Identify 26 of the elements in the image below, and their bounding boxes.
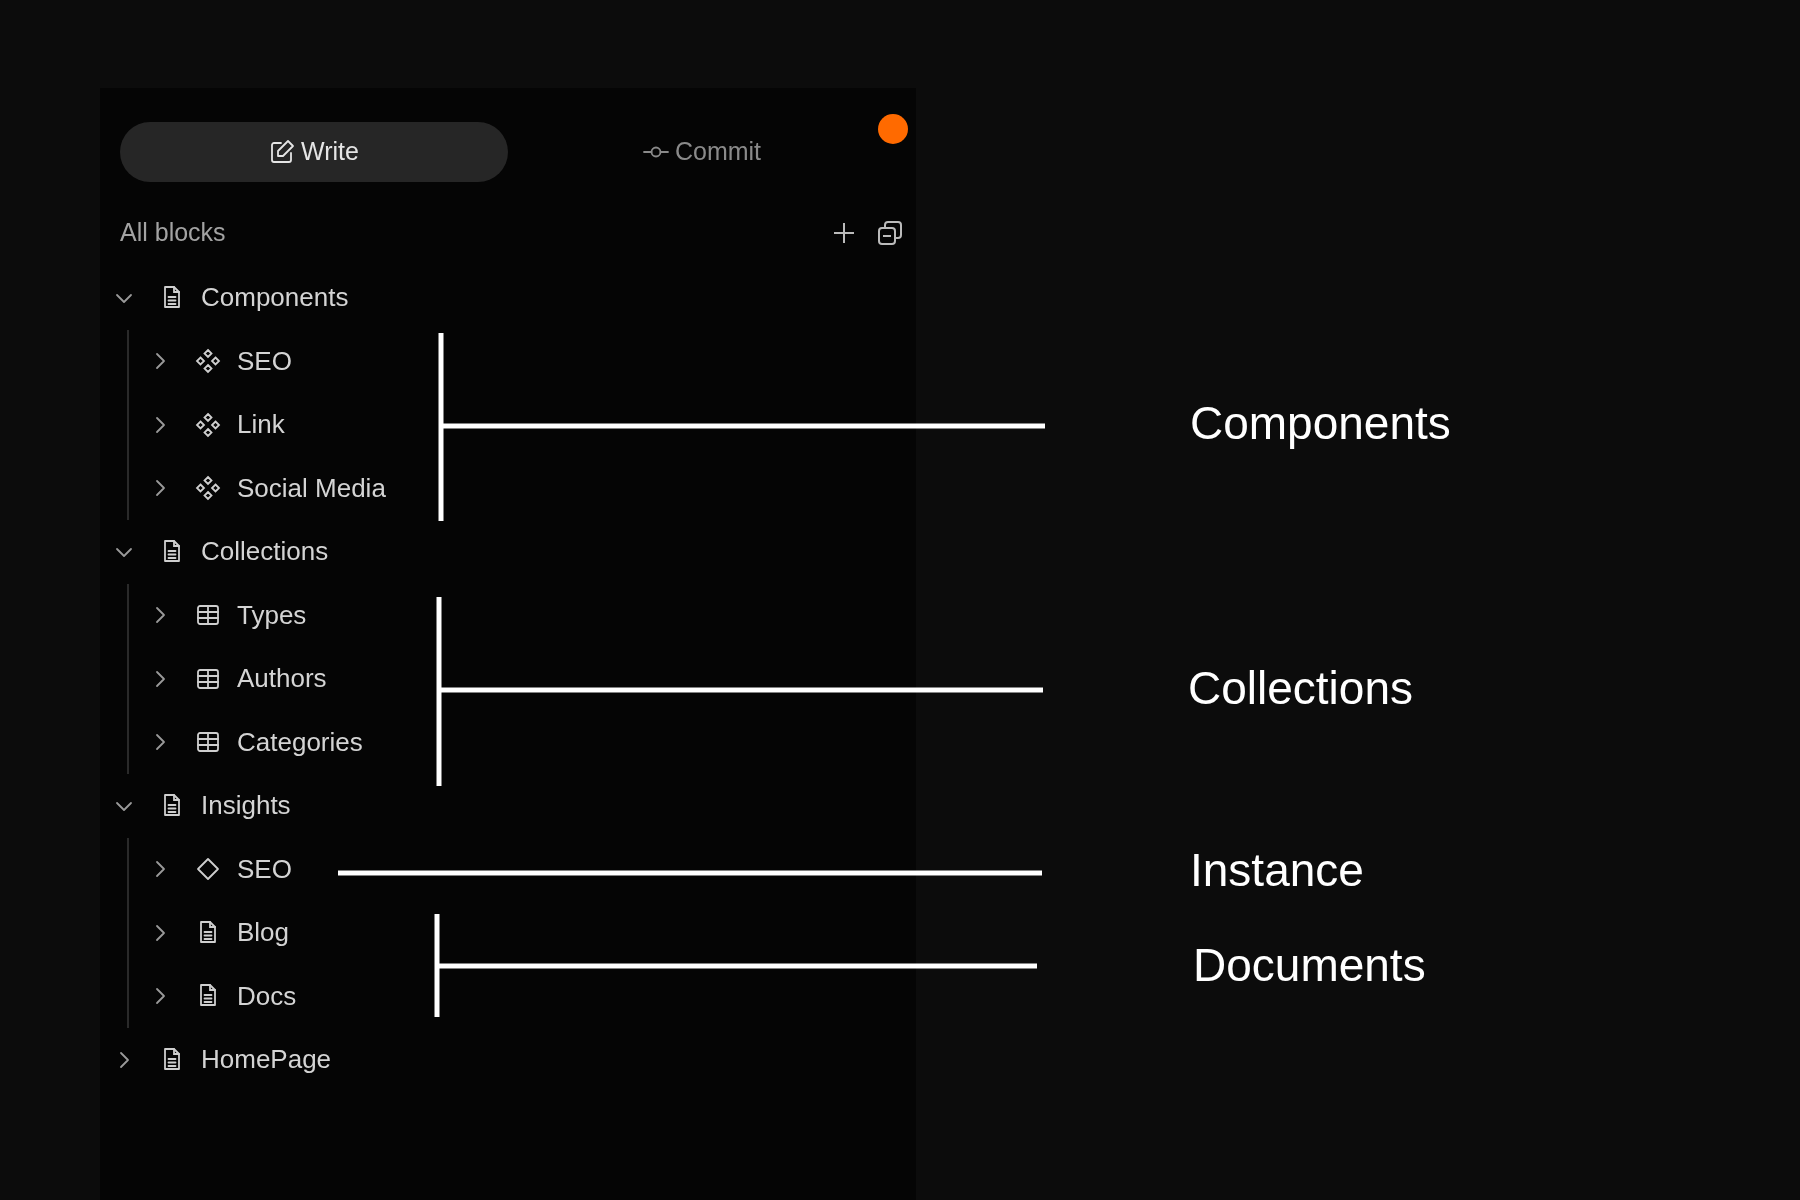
tree-item[interactable]: Components [112, 266, 896, 330]
tree-item[interactable]: Authors [148, 647, 896, 711]
tree-item[interactable]: Blog [148, 901, 896, 965]
section-title: All blocks [120, 217, 226, 249]
diamond-icon [195, 856, 221, 883]
annotation-label: Collections [1188, 665, 1413, 711]
add-icon[interactable] [832, 221, 856, 245]
edit-icon [269, 139, 296, 165]
tree-item[interactable]: Types [148, 583, 896, 647]
component-icon [195, 411, 221, 438]
tab[interactable]: Commit [508, 122, 896, 182]
tree-item[interactable]: Social Media [148, 456, 896, 520]
tree-item[interactable]: HomePage [112, 1028, 896, 1092]
tree-item[interactable]: Insights [112, 774, 896, 838]
tree-item[interactable]: Docs [148, 964, 896, 1028]
tree-item[interactable]: SEO [148, 837, 896, 901]
tab[interactable]: Write [120, 122, 508, 182]
component-icon [195, 348, 221, 375]
tree-item[interactable]: Link [148, 393, 896, 457]
annotation-label: Documents [1193, 942, 1426, 988]
tree-item[interactable]: Collections [112, 520, 896, 584]
collapse-all-icon[interactable] [876, 219, 904, 247]
tree-item[interactable]: SEO [148, 329, 896, 393]
component-icon [195, 475, 221, 502]
tree-item[interactable]: Categories [148, 710, 896, 774]
annotation-label: Instance [1190, 847, 1364, 893]
